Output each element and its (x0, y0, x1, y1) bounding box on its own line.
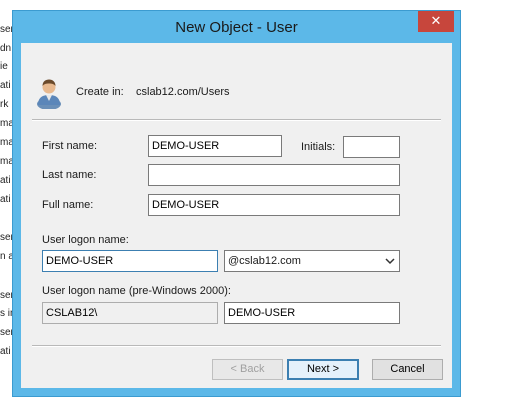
full-name-label: Full name: (42, 199, 94, 211)
divider (32, 345, 441, 347)
dialog-title: New Object - User (175, 19, 298, 36)
domain-suffix-value: @cslab12.com (228, 255, 301, 267)
screen: ser dn ie ati rk ma ma ma ati ati ser n … (0, 0, 524, 415)
pre2000-label: User logon name (pre-Windows 2000): (42, 285, 231, 297)
title-bar[interactable]: New Object - User ✕ (13, 11, 460, 43)
dialog-body: Create in: cslab12.com/Users First name:… (21, 43, 452, 388)
background-text: ser (0, 290, 12, 301)
divider (32, 119, 441, 121)
background-text: ma (0, 137, 12, 148)
background-text: ati (0, 175, 11, 186)
create-in-label: Create in: (76, 86, 124, 98)
initials-label: Initials: (301, 141, 336, 153)
background-text: ma (0, 118, 12, 129)
first-name-input[interactable]: DEMO-USER (148, 135, 282, 157)
initials-input[interactable] (343, 136, 400, 158)
background-text: ati (0, 346, 11, 357)
pre2000-domain-field: CSLAB12\ (42, 302, 218, 324)
background-text: n a (0, 251, 12, 262)
user-icon (37, 79, 61, 109)
domain-suffix-select[interactable]: @cslab12.com (224, 250, 400, 272)
cancel-button[interactable]: Cancel (372, 359, 443, 380)
background-window: ser dn ie ati rk ma ma ma ati ati ser n … (0, 10, 12, 410)
background-text: ser (0, 232, 12, 243)
background-text: s in (0, 308, 12, 319)
background-text: ati (0, 194, 11, 205)
background-text: rk (0, 99, 9, 110)
close-icon: ✕ (430, 13, 442, 28)
full-name-input[interactable]: DEMO-USER (148, 194, 400, 216)
close-button[interactable]: ✕ (418, 11, 454, 32)
last-name-label: Last name: (42, 169, 97, 181)
new-user-dialog: New Object - User ✕ Create in: cslab12.c… (12, 10, 461, 397)
background-text: ser (0, 327, 12, 338)
create-in-path: cslab12.com/Users (136, 86, 230, 98)
background-text: dn (0, 43, 12, 54)
logon-name-label: User logon name: (42, 234, 129, 246)
next-button[interactable]: Next > (287, 359, 359, 380)
background-text: ie (0, 61, 8, 72)
chevron-down-icon (385, 258, 395, 265)
last-name-input[interactable] (148, 164, 400, 186)
background-text: ati (0, 80, 11, 91)
logon-name-input[interactable]: DEMO-USER (42, 250, 218, 272)
background-text: ser (0, 24, 12, 35)
background-text: ma (0, 156, 12, 167)
back-button[interactable]: < Back (212, 359, 283, 380)
first-name-label: First name: (42, 140, 98, 152)
pre2000-name-input[interactable]: DEMO-USER (224, 302, 400, 324)
